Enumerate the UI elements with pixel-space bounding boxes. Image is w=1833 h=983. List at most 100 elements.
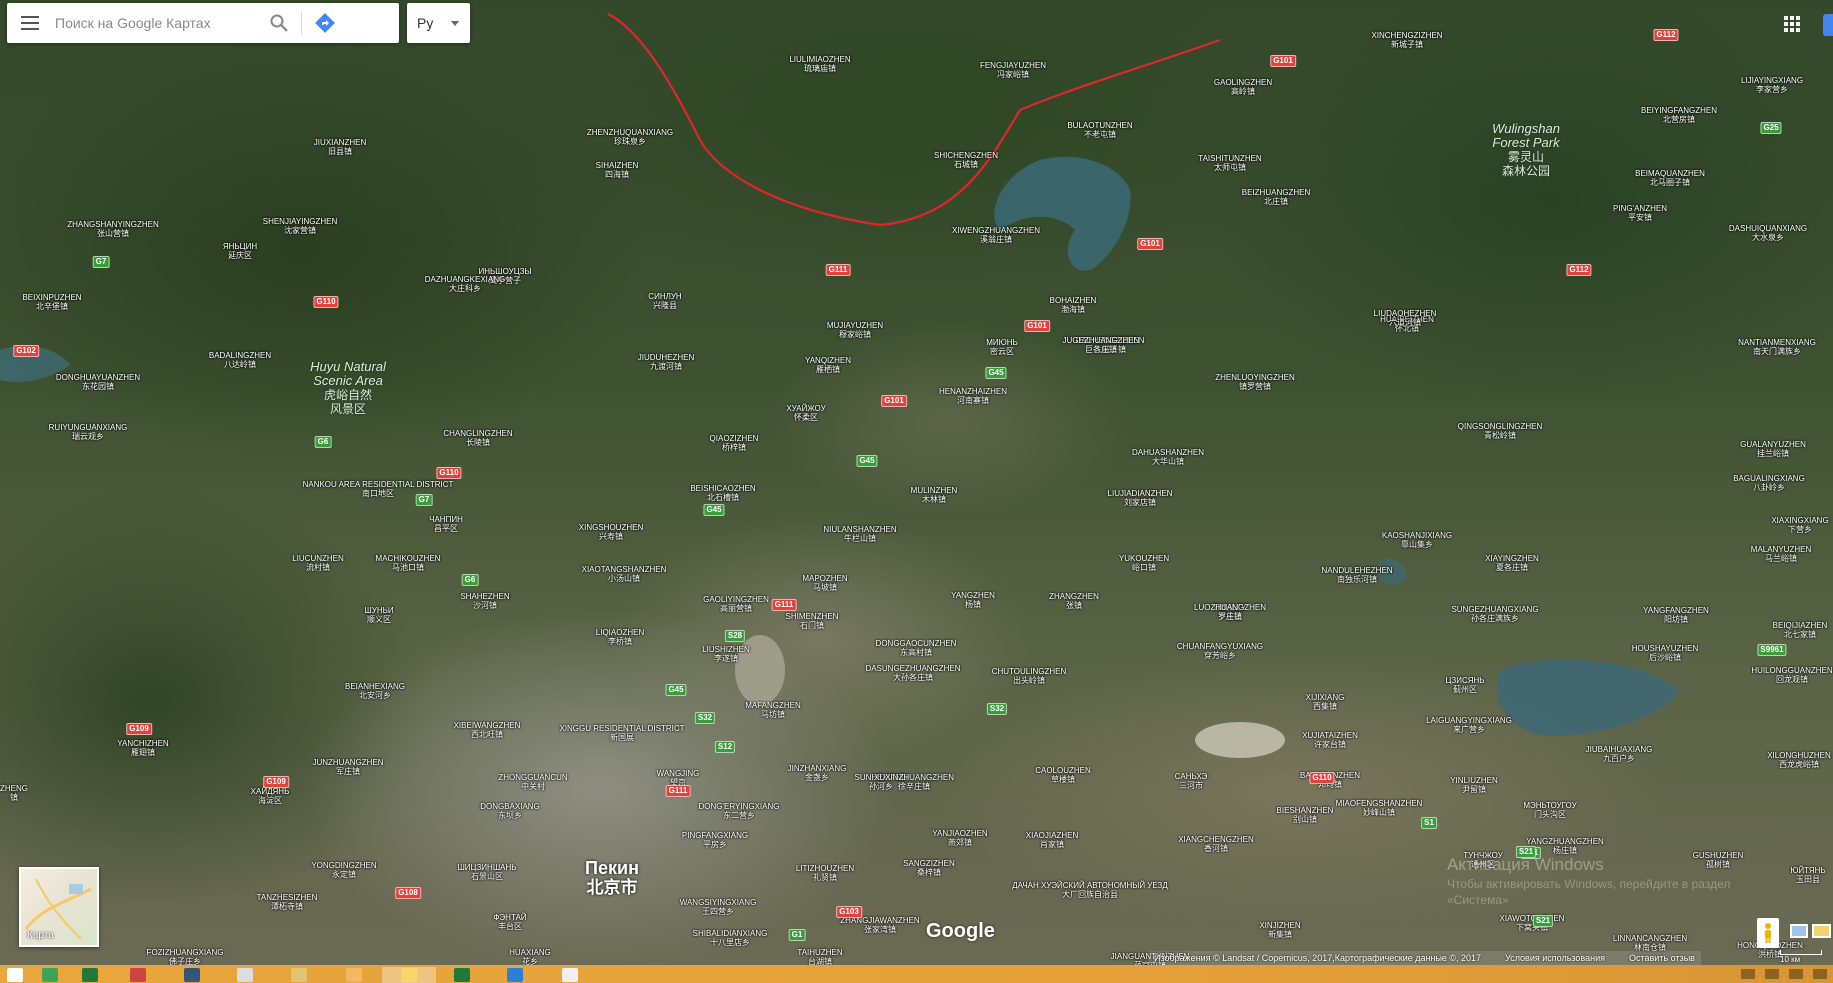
place-label[interactable]: BULAOTUNZHEN 不老屯镇 xyxy=(1067,121,1132,139)
taskbar-button[interactable] xyxy=(328,967,380,983)
place-label[interactable]: DASUNGEZHUANGZHEN 大孙各庄镇 xyxy=(865,664,960,682)
place-label[interactable]: SIHAIZHEN 四海镇 xyxy=(596,161,639,179)
place-label[interactable]: XUJIATAIZHEN 许家台镇 xyxy=(1302,731,1358,749)
place-label[interactable]: YANQIZHEN 雁栖镇 xyxy=(805,356,851,374)
place-label[interactable]: MULINZHEN 木林镇 xyxy=(911,486,958,504)
place-label[interactable]: PINGFANGXIANG 平房乡 xyxy=(682,831,748,849)
language-selector[interactable]: Ру xyxy=(407,3,470,43)
place-label[interactable]: ZHANGSHANYINGZHEN 张山营镇 xyxy=(67,220,159,238)
volume-icon[interactable] xyxy=(1789,969,1803,979)
place-label[interactable]: SHENJIAYINGZHEN 沈家营镇 xyxy=(263,217,338,235)
place-label[interactable]: МИЮНЬ 密云区 xyxy=(986,338,1018,356)
place-label[interactable]: ФЭНТАЙ 丰台区 xyxy=(493,913,526,931)
place-label[interactable]: XINGGU RESIDENTIAL DISTRICT 新国展 xyxy=(559,724,684,742)
place-label[interactable]: XIAOJIAZHEN 肖家镇 xyxy=(1026,831,1078,849)
place-label[interactable]: DONG'ERYINGXIANG 东二营乡 xyxy=(699,802,780,820)
tray-arrow-icon[interactable] xyxy=(1813,969,1827,979)
place-label[interactable]: JUNZHUANGZHEN 军庄镇 xyxy=(312,758,383,776)
place-label[interactable]: МЭНЬТОУГОУ 门头沟区 xyxy=(1523,801,1576,819)
place-label[interactable]: XUXINZHUANGZHEN 徐辛庄镇 xyxy=(874,773,954,791)
place-label[interactable]: FOZIZHUANGXIANG 佛子庄乡 xyxy=(147,948,224,965)
place-label[interactable]: MAPOZHEN 马坡镇 xyxy=(802,574,847,592)
place-label[interactable]: DAZHUANGKEXIANG 大庄科乡 xyxy=(425,275,505,293)
place-label[interactable]: JIUDUHEZHEN 九渡河镇 xyxy=(638,353,694,371)
place-label[interactable]: DASHUIQUANXIANG 大水泉乡 xyxy=(1729,224,1807,242)
place-label[interactable]: HENANZHAIZHEN 河南寨镇 xyxy=(939,387,1007,405)
place-label[interactable]: CHUANFANGYUXIANG 穿芳峪乡 xyxy=(1177,642,1263,660)
place-label[interactable]: HUILONGGUANZHEN 回龙观镇 xyxy=(1751,666,1832,684)
network-icon[interactable] xyxy=(1765,969,1779,979)
place-label[interactable]: JUGEZHUANGZHEN 巨各庄镇 xyxy=(1063,336,1140,354)
directions-button[interactable] xyxy=(302,3,348,43)
place-label[interactable]: ХАЙДЯНЬ 海淀区 xyxy=(251,787,290,805)
place-label[interactable]: ЦЗИСЯНЬ 蓟州区 xyxy=(1445,676,1484,694)
taskbar-button[interactable] xyxy=(166,967,218,983)
place-label[interactable]: BIESHANZHEN 别山镇 xyxy=(1277,806,1334,824)
place-label[interactable]: BEISHICAOZHEN 北石槽镇 xyxy=(690,484,755,502)
place-label[interactable]: ШУНЬИ 顺义区 xyxy=(364,606,393,624)
keyboard-icon[interactable] xyxy=(1741,969,1755,979)
taskbar-button[interactable] xyxy=(32,967,68,983)
menu-button[interactable] xyxy=(7,3,53,43)
place-label[interactable]: CAOLOUZHEN 草楼镇 xyxy=(1035,766,1091,784)
taskbar-button[interactable] xyxy=(0,967,30,983)
place-label[interactable]: ЮЙТЯНЬ 玉田县 xyxy=(1790,866,1825,884)
map-type-toggle[interactable]: Карта xyxy=(19,867,99,947)
place-label[interactable]: BEIXINPUZHEN 北辛堡镇 xyxy=(22,293,81,311)
place-label[interactable]: ХУАЙЖОУ 怀柔区 xyxy=(786,404,825,422)
place-label[interactable]: BOHAIZHEN 渤海镇 xyxy=(1050,296,1097,314)
place-label[interactable]: BEIANHEXIANG 北安河乡 xyxy=(345,682,405,700)
place-label[interactable]: NANDULEHEZHEN 南独乐河镇 xyxy=(1321,566,1392,584)
place-label[interactable]: ZHENZHUQUANXIANG 珍珠泉乡 xyxy=(587,128,673,146)
search-input[interactable] xyxy=(53,3,257,43)
taskbar-button[interactable] xyxy=(488,967,542,983)
place-label[interactable]: LUOZHUANGZHEN 罗庄镇 xyxy=(1194,603,1266,621)
place-label[interactable]: САНЬХЭ 三河市 xyxy=(1175,772,1207,790)
place-label[interactable]: YANGZHEN 杨镇 xyxy=(951,591,995,609)
place-label[interactable]: LIUJIADIANZHEN 刘家店镇 xyxy=(1108,489,1173,507)
place-label[interactable]: QIAOZIZHEN 桥梓镇 xyxy=(710,434,759,452)
place-label[interactable]: GUSHUZHEN 孤树镇 xyxy=(1693,851,1744,869)
place-label[interactable]: SUNGEZHUANGXIANG 孙各庄满族乡 xyxy=(1451,605,1538,623)
place-label[interactable]: LIUCUNZHEN 流村镇 xyxy=(292,554,344,572)
place-label[interactable]: MAFANGZHEN 马坊镇 xyxy=(745,701,801,719)
place-label[interactable]: KAOSHANJIXIANG 靠山集乡 xyxy=(1382,531,1452,549)
place-label[interactable]: DONGHUAYUANZHEN 东花园镇 xyxy=(56,373,140,391)
search-button[interactable] xyxy=(257,3,301,43)
place-label[interactable]: NANTIANMENXIANG 南天门满族乡 xyxy=(1738,338,1816,356)
place-label[interactable]: LIUSHIZHEN 李遂镇 xyxy=(702,645,750,663)
place-label[interactable]: GAOLIYINGZHEN 高丽营镇 xyxy=(703,595,769,613)
place-label[interactable]: XIAOTANGSHANZHEN 小汤山镇 xyxy=(582,565,667,583)
place-label[interactable]: BEIMAQUANZHEN 北马圈子镇 xyxy=(1635,169,1705,187)
place-label[interactable]: XIAYINGZHEN 夏各庄镇 xyxy=(1485,554,1539,572)
place-label[interactable]: SHIBALIDIANXIANG 十八里店乡 xyxy=(693,929,768,947)
place-label[interactable]: DONGGAOCUNZHEN 东高村镇 xyxy=(876,639,957,657)
place-label[interactable]: LIUDAOHEZHEN 六道河镇 xyxy=(1374,309,1437,327)
place-label[interactable]: CHUTOULINGZHEN 出头岭镇 xyxy=(992,667,1067,685)
place-label[interactable]: ДАЧАН ХУЭЙСКИЙ АВТОНОМНЫЙ УЕЗД 大厂回族自治县 xyxy=(1012,881,1168,899)
place-label[interactable]: ZHENG 镇 xyxy=(0,784,28,802)
place-label[interactable]: BEIZHUANGZHEN 北庄镇 xyxy=(1242,188,1310,206)
place-label[interactable]: YANGFANGZHEN 阳坊镇 xyxy=(1643,606,1709,624)
place-label[interactable]: HOUSHAYUZHEN 后沙峪镇 xyxy=(1632,644,1699,662)
place-label[interactable]: ZHANGJIAWANZHEN 张家湾镇 xyxy=(840,916,919,934)
place-label[interactable]: XIANGCHENGZHEN 香河镇 xyxy=(1178,835,1254,853)
place-label[interactable]: XILONGHUZHEN 西龙虎峪镇 xyxy=(1767,751,1831,769)
place-label[interactable]: LIULIMIAOZHEN 琉璃庙镇 xyxy=(789,55,850,73)
place-label[interactable]: BADALINGZHEN 八达岭镇 xyxy=(209,351,271,369)
taskbar-button[interactable] xyxy=(70,967,110,983)
google-apps-button[interactable] xyxy=(1784,16,1800,32)
place-label[interactable]: JINZHANXIANG 金盏乡 xyxy=(788,764,847,782)
taskbar-button[interactable] xyxy=(438,967,486,983)
place-label[interactable]: LITIZHOUZHEN 礼贤镇 xyxy=(796,864,854,882)
place-label[interactable]: MACHIKOUZHEN 马池口镇 xyxy=(376,554,441,572)
account-button[interactable] xyxy=(1823,14,1833,36)
place-label[interactable]: GUALANYUZHEN 挂兰峪镇 xyxy=(1740,440,1806,458)
place-label[interactable]: RUIYUNGUANXIANG 瑞云观乡 xyxy=(49,423,128,441)
place-label[interactable]: ШИЦЗИНШАНЬ 石景山区 xyxy=(457,863,516,881)
feedback-link[interactable]: Оставить отзыв xyxy=(1629,953,1695,963)
place-label[interactable]: JIUXIANZHEN 旧县镇 xyxy=(314,138,366,156)
taskbar-button[interactable] xyxy=(382,967,436,983)
place-label[interactable]: XINCHENGZIZHEN 新城子镇 xyxy=(1371,31,1442,49)
place-label[interactable]: JIUBAIHUAXIANG 九百户乡 xyxy=(1586,745,1653,763)
